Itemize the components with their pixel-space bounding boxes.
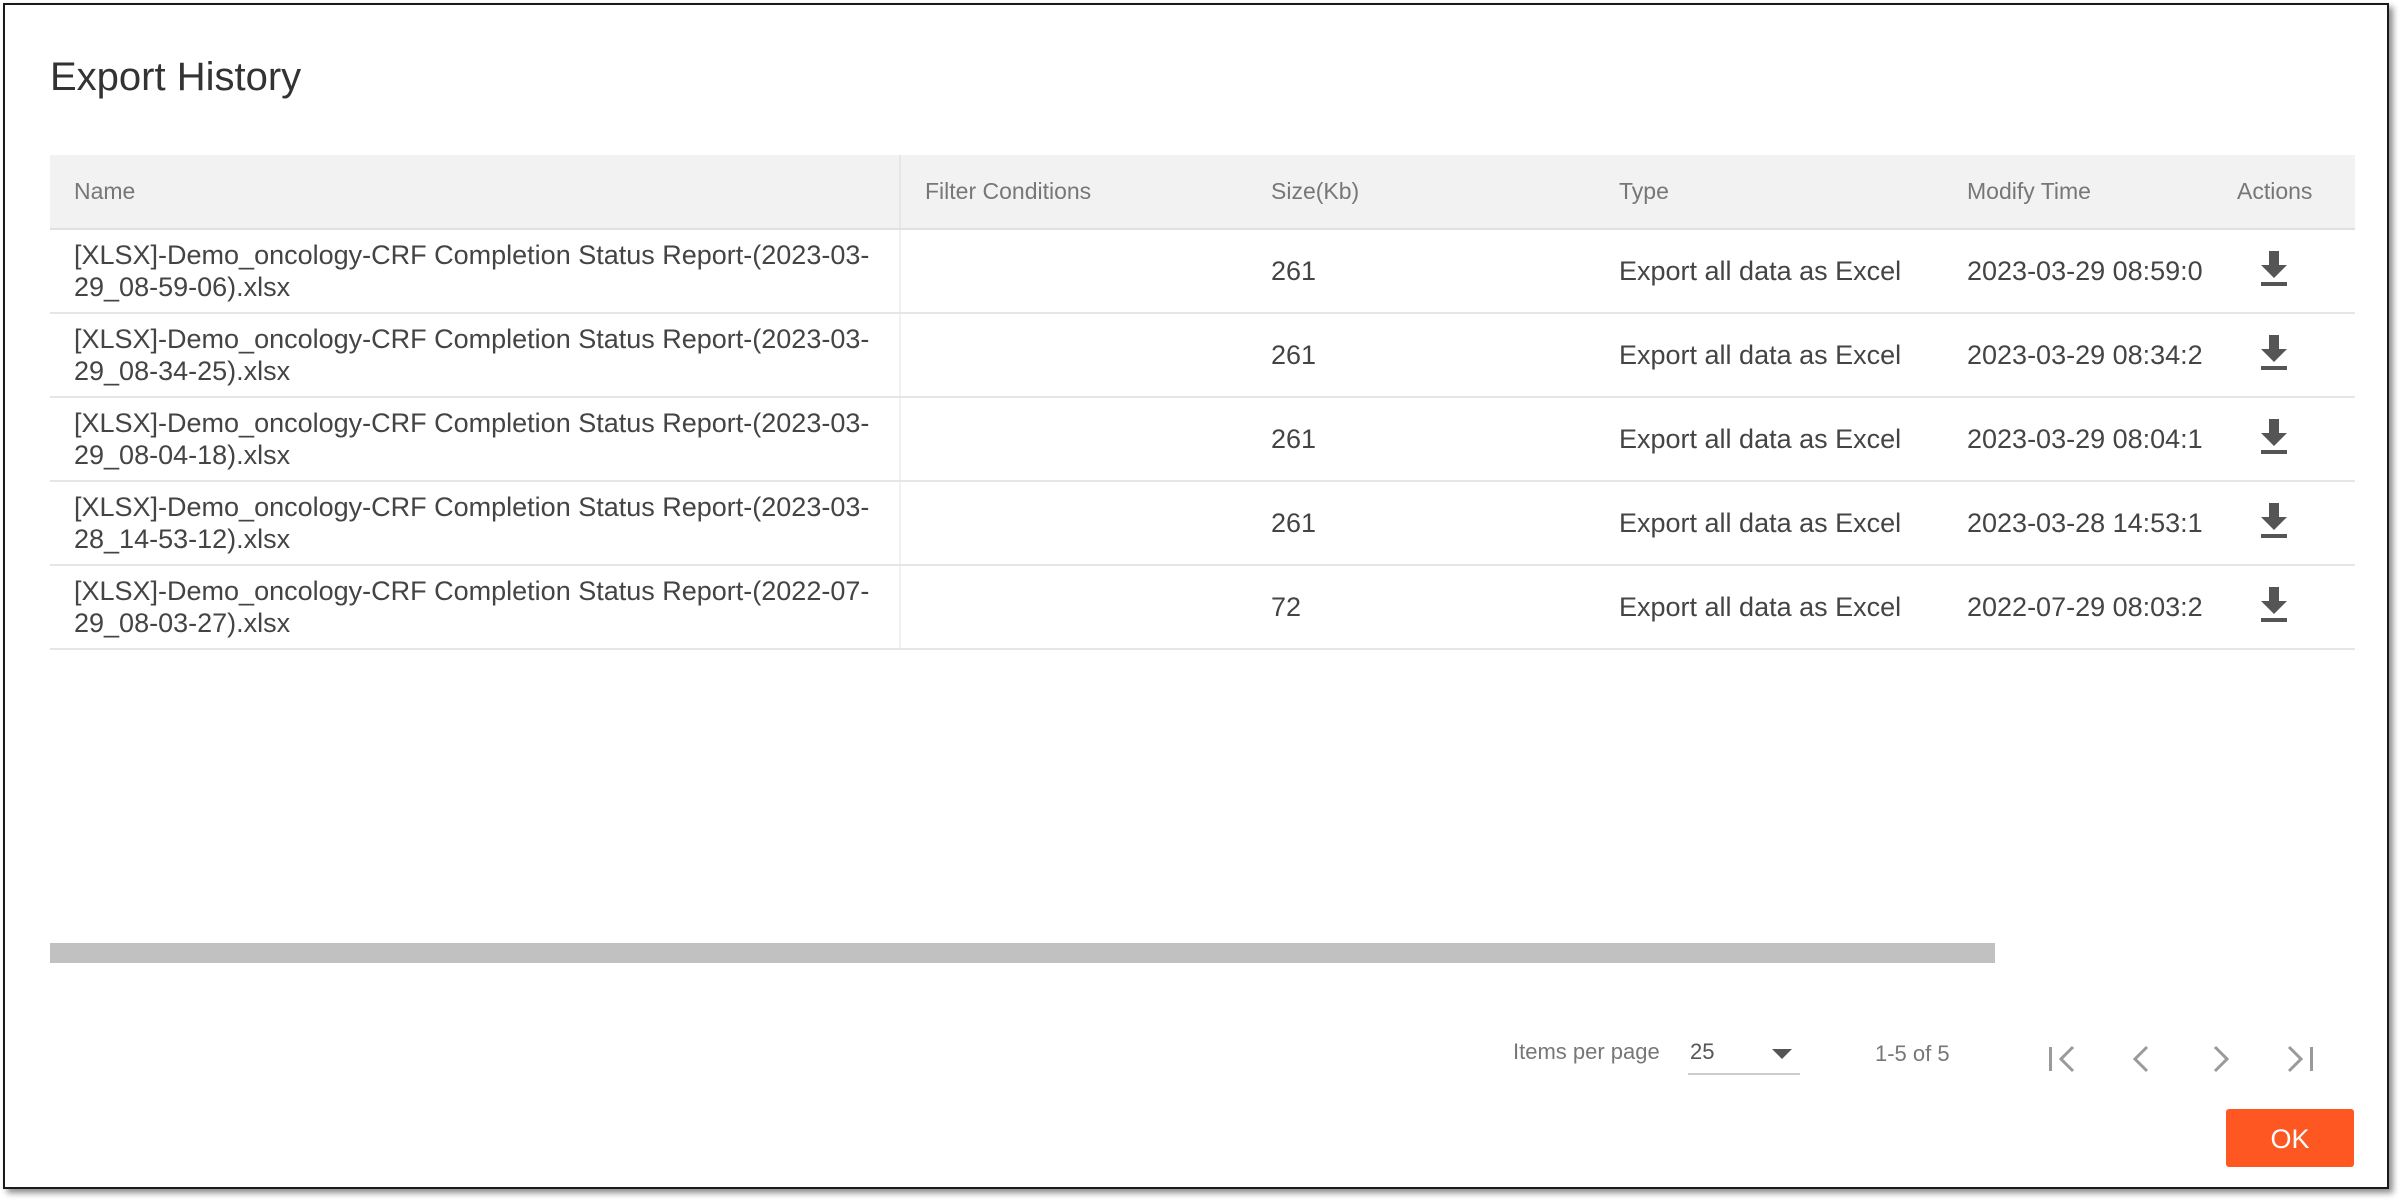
- cell-name: [XLSX]-Demo_oncology-CRF Completion Stat…: [50, 313, 901, 398]
- items-per-page-label: Items per page: [1513, 1039, 1660, 1064]
- ok-button[interactable]: OK: [2226, 1109, 2354, 1167]
- cell-name: [XLSX]-Demo_oncology-CRF Completion Stat…: [50, 397, 901, 482]
- table-row: [XLSX]-Demo_oncology-CRF Completion Stat…: [50, 481, 2355, 566]
- cell-filter-conditions: [900, 397, 1247, 482]
- cell-filter-conditions: [900, 481, 1247, 566]
- export-history-dialog: Export History Name Filter Conditions Si…: [3, 3, 2389, 1189]
- download-icon[interactable]: [2257, 333, 2291, 371]
- previous-page-button[interactable]: [2117, 1035, 2165, 1083]
- cell-modify-time: 2022-07-29 08:03:2: [1943, 565, 2211, 650]
- table-header-row: Name Filter Conditions Size(Kb) Type Mod…: [50, 155, 2355, 230]
- download-icon[interactable]: [2257, 417, 2291, 455]
- cell-modify-time: 2023-03-28 14:53:1: [1943, 481, 2211, 566]
- cell-actions: [2211, 481, 2355, 566]
- cell-filter-conditions: [900, 565, 1247, 650]
- export-history-table: Name Filter Conditions Size(Kb) Type Mod…: [50, 155, 2355, 650]
- cell-size: 261: [1247, 229, 1595, 314]
- column-header-name[interactable]: Name: [50, 155, 901, 230]
- dropdown-arrow-icon: [1772, 1049, 1792, 1059]
- column-header-actions: Actions: [2211, 155, 2355, 230]
- cell-actions: [2211, 229, 2355, 314]
- download-icon[interactable]: [2257, 585, 2291, 623]
- horizontal-scrollbar-thumb[interactable]: [50, 943, 1995, 963]
- column-header-modify-time[interactable]: Modify Time: [1943, 155, 2211, 230]
- cell-size: 261: [1247, 397, 1595, 482]
- next-page-icon: [2213, 1045, 2230, 1073]
- cell-type: Export all data as Excel: [1595, 229, 1943, 314]
- cell-size: 261: [1247, 313, 1595, 398]
- cell-actions: [2211, 565, 2355, 650]
- first-page-icon: [2049, 1045, 2075, 1073]
- cell-actions: [2211, 313, 2355, 398]
- last-page-icon: [2287, 1045, 2313, 1073]
- cell-size: 261: [1247, 481, 1595, 566]
- cell-modify-time: 2023-03-29 08:04:1: [1943, 397, 2211, 482]
- cell-type: Export all data as Excel: [1595, 481, 1943, 566]
- download-icon[interactable]: [2257, 501, 2291, 539]
- download-icon[interactable]: [2257, 249, 2291, 287]
- cell-type: Export all data as Excel: [1595, 565, 1943, 650]
- previous-page-icon: [2132, 1045, 2149, 1073]
- next-page-button[interactable]: [2197, 1035, 2245, 1083]
- cell-name: [XLSX]-Demo_oncology-CRF Completion Stat…: [50, 565, 901, 650]
- cell-modify-time: 2023-03-29 08:59:0: [1943, 229, 2211, 314]
- table-row: [XLSX]-Demo_oncology-CRF Completion Stat…: [50, 229, 2355, 314]
- column-header-filter-conditions[interactable]: Filter Conditions: [900, 155, 1247, 230]
- paginator: Items per page 25 1-5 of 5: [5, 1035, 2387, 1095]
- first-page-button[interactable]: [2039, 1035, 2087, 1083]
- cell-type: Export all data as Excel: [1595, 397, 1943, 482]
- cell-filter-conditions: [900, 229, 1247, 314]
- items-per-page-value: 25: [1690, 1039, 1715, 1064]
- cell-name: [XLSX]-Demo_oncology-CRF Completion Stat…: [50, 229, 901, 314]
- column-header-type[interactable]: Type: [1595, 155, 1943, 230]
- export-history-table-container: Name Filter Conditions Size(Kb) Type Mod…: [50, 155, 2355, 650]
- items-per-page-select[interactable]: 25: [1688, 1035, 1800, 1075]
- last-page-button[interactable]: [2275, 1035, 2323, 1083]
- cell-type: Export all data as Excel: [1595, 313, 1943, 398]
- table-row: [XLSX]-Demo_oncology-CRF Completion Stat…: [50, 397, 2355, 482]
- table-row: [XLSX]-Demo_oncology-CRF Completion Stat…: [50, 565, 2355, 650]
- cell-size: 72: [1247, 565, 1595, 650]
- cell-actions: [2211, 397, 2355, 482]
- page-range-label: 1-5 of 5: [1875, 1041, 1950, 1066]
- table-row: [XLSX]-Demo_oncology-CRF Completion Stat…: [50, 313, 2355, 398]
- cell-name: [XLSX]-Demo_oncology-CRF Completion Stat…: [50, 481, 901, 566]
- column-header-size[interactable]: Size(Kb): [1247, 155, 1595, 230]
- dialog-title: Export History: [50, 55, 302, 99]
- cell-modify-time: 2023-03-29 08:34:2: [1943, 313, 2211, 398]
- cell-filter-conditions: [900, 313, 1247, 398]
